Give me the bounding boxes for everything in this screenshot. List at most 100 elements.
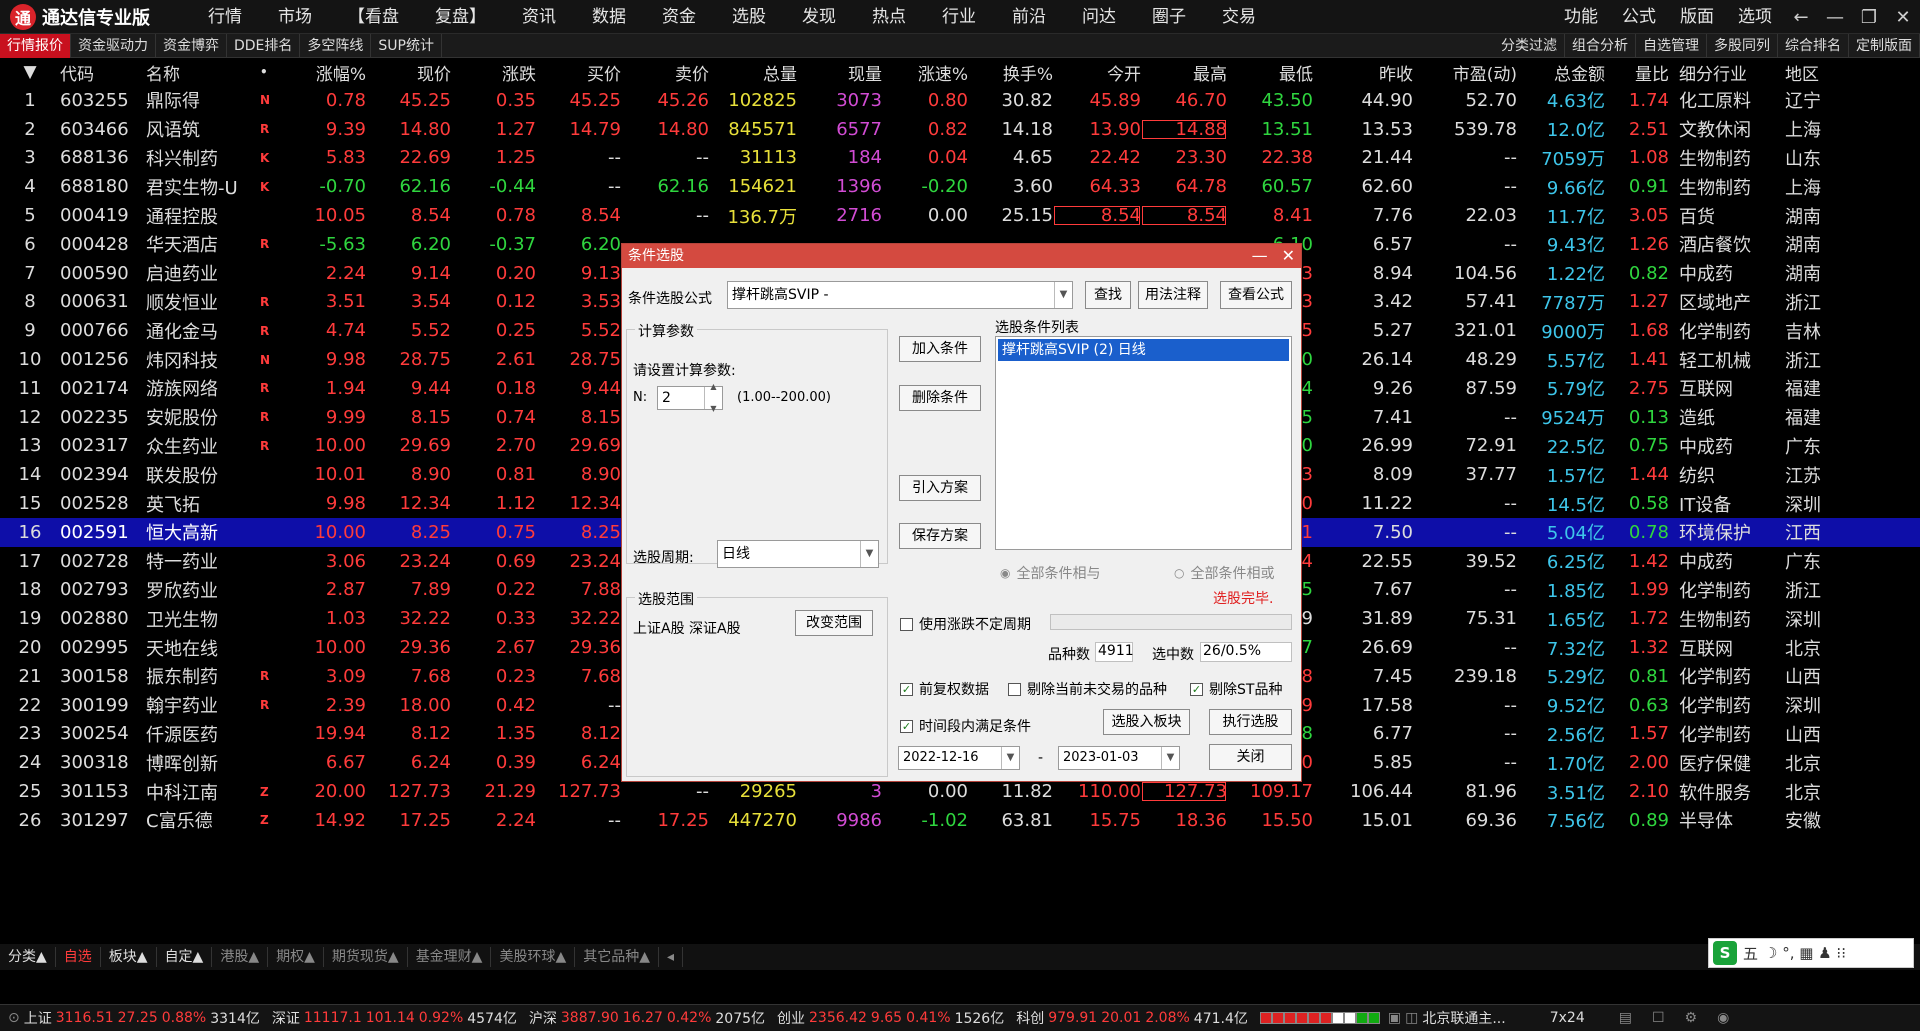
service-label[interactable]: 7x24	[1550, 1010, 1585, 1026]
scroll-left-icon[interactable]: ◂	[659, 947, 684, 967]
menu-quotes[interactable]: 行情	[190, 0, 260, 34]
tab-fund-drive[interactable]: 资金驱动力	[71, 33, 156, 58]
col-prev-close[interactable]: 昨收	[1313, 60, 1413, 85]
menu-replay[interactable]: 复盘】	[417, 0, 504, 34]
col-speed[interactable]: 涨速%	[882, 60, 968, 85]
period-condition-checkbox[interactable]: ✓ 时间段内满足条件	[900, 716, 1031, 736]
menu-hot[interactable]: 热点	[854, 0, 924, 34]
stepper-arrows-icon[interactable]: ▲ ▼	[704, 382, 722, 413]
message-icon[interactable]: ▤	[1619, 1010, 1632, 1026]
tab-fund-game[interactable]: 资金博弈	[156, 33, 227, 58]
tab-dde-rank[interactable]: DDE排名	[227, 33, 301, 58]
formula-select[interactable]: 撑杆跳高SVIP - ▼	[727, 281, 1073, 309]
exclude-st-checkbox[interactable]: ✓ 剔除ST品种	[1190, 679, 1282, 699]
menu-layout[interactable]: 版面	[1668, 0, 1726, 34]
save-plan-button[interactable]: 保存方案	[899, 523, 981, 549]
calendar-dropdown-icon[interactable]: ▼	[1001, 747, 1019, 769]
status-toggle-icon[interactable]: ⊙	[8, 1010, 20, 1026]
col-open[interactable]: 今开	[1053, 60, 1141, 85]
add-to-block-button[interactable]: 选股入板块	[1103, 709, 1190, 735]
usage-button[interactable]: 用法注释	[1138, 281, 1208, 309]
sort-arrow-icon[interactable]: ▼	[0, 62, 60, 82]
condition-list[interactable]: 撑杆跳高SVIP (2) 日线	[995, 336, 1292, 550]
unfixed-period-checkbox[interactable]: 使用涨跌不定周期	[900, 614, 1031, 634]
btab-futures[interactable]: 期货现货▲	[324, 947, 408, 967]
tab-portfolio-analysis[interactable]: 组合分析	[1565, 34, 1636, 58]
menu-function[interactable]: 功能	[1552, 0, 1610, 34]
menu-industry[interactable]: 行业	[924, 0, 994, 34]
menu-ask[interactable]: 问达	[1064, 0, 1134, 34]
col-pct[interactable]: 涨幅%	[280, 60, 366, 85]
back-icon[interactable]: ←	[1784, 0, 1818, 34]
sz-label[interactable]: 深证	[272, 1008, 300, 1028]
menu-discover[interactable]: 发现	[784, 0, 854, 34]
menu-frontier[interactable]: 前沿	[994, 0, 1064, 34]
chat-icon[interactable]: ☐	[1652, 1010, 1665, 1026]
ime-toolbar[interactable]: S 五 ☽ °, ▦ ♟ ⁝⁝	[1708, 938, 1914, 968]
btab-options[interactable]: 期权▲	[268, 947, 324, 967]
screen-icon[interactable]: ▣	[1388, 1010, 1401, 1026]
dialog-title-bar[interactable]: 条件选股 — ✕	[622, 244, 1301, 268]
calendar-dropdown-icon[interactable]: ▼	[1161, 747, 1179, 769]
table-row[interactable]: 4 688180 君实生物-U K -0.70 62.16 -0.44 -- 62.16 1546…	[0, 172, 1920, 201]
col-amount[interactable]: 总金额	[1517, 60, 1605, 85]
col-ask[interactable]: 卖价	[621, 60, 709, 85]
col-region[interactable]: 地区	[1779, 60, 1843, 85]
server-name[interactable]: 北京联通主...	[1422, 1008, 1505, 1028]
menu-options[interactable]: 选项	[1726, 0, 1784, 34]
view-formula-button[interactable]: 查看公式	[1220, 281, 1292, 309]
table-row[interactable]: 1 603255 鼎际得 N 0.78 45.25 0.35 45.25 45.26 102825…	[0, 86, 1920, 115]
btab-category[interactable]: 分类▲	[0, 947, 56, 967]
btab-funds[interactable]: 基金理财▲	[408, 947, 492, 967]
menu-news[interactable]: 资讯	[504, 0, 574, 34]
user-icon[interactable]: ◉	[1717, 1010, 1729, 1026]
menu-circle[interactable]: 圈子	[1134, 0, 1204, 34]
menu-formula[interactable]: 公式	[1610, 0, 1668, 34]
execute-button[interactable]: 执行选股	[1209, 709, 1292, 735]
cy-label[interactable]: 创业	[777, 1008, 805, 1028]
tab-quote-list[interactable]: 行情报价	[0, 33, 71, 58]
tab-custom-layout[interactable]: 定制版面	[1849, 34, 1920, 58]
col-name[interactable]: 名称	[140, 60, 260, 85]
param-n-stepper[interactable]: 2 ▲ ▼	[657, 382, 723, 413]
add-condition-button[interactable]: 加入条件	[899, 336, 981, 362]
period-select[interactable]: 日线 ▼	[717, 540, 879, 568]
delete-condition-button[interactable]: 删除条件	[899, 385, 981, 411]
change-scope-button[interactable]: 改变范围	[795, 610, 873, 636]
table-row[interactable]: 2 603466 风语筑 R 9.39 14.80 1.27 14.79 14.80 845571…	[0, 115, 1920, 144]
tab-multi-stock[interactable]: 多股同列	[1707, 34, 1778, 58]
menu-watch[interactable]: 【看盘	[330, 0, 417, 34]
col-low[interactable]: 最低	[1227, 60, 1313, 85]
col-bid[interactable]: 买价	[536, 60, 621, 85]
chevron-down-icon[interactable]: ▼	[860, 541, 878, 567]
tab-sup-stats[interactable]: SUP统计	[371, 33, 442, 58]
tab-bull-bear[interactable]: 多空阵线	[300, 33, 372, 58]
col-high[interactable]: 最高	[1141, 60, 1227, 85]
col-volume-ratio[interactable]: 量比	[1605, 60, 1669, 85]
menu-data[interactable]: 数据	[574, 0, 644, 34]
kc-label[interactable]: 科创	[1016, 1008, 1044, 1028]
settings-icon[interactable]: ⚙	[1685, 1010, 1698, 1026]
table-row[interactable]: 5 000419 通程控股 10.05 8.54 0.78 8.54 -- 136.7万 2716…	[0, 201, 1920, 230]
find-button[interactable]: 查找	[1085, 281, 1131, 309]
btab-watchlist[interactable]: 自选	[56, 947, 101, 967]
col-volume[interactable]: 总量	[709, 60, 797, 85]
col-change[interactable]: 涨跌	[451, 60, 536, 85]
dialog-minimize-icon[interactable]: —	[1252, 244, 1268, 268]
btab-custom[interactable]: 自定▲	[157, 947, 213, 967]
close-icon[interactable]: ✕	[1886, 0, 1920, 34]
ime-mode[interactable]: 五	[1743, 943, 1758, 964]
restore-icon[interactable]: ❐	[1852, 0, 1886, 34]
table-row[interactable]: 3 688136 科兴制药 K 5.83 22.69 1.25 -- -- 31113 184 0.0…	[0, 144, 1920, 173]
tab-category-filter[interactable]: 分类过滤	[1494, 34, 1565, 58]
minimize-icon[interactable]: —	[1818, 0, 1852, 34]
menu-stock-picker[interactable]: 选股	[714, 0, 784, 34]
ime-tools-icon[interactable]: ☽ °, ▦ ♟ ⁝⁝	[1764, 944, 1846, 962]
radio-and[interactable]: ◉ 全部条件相与	[1000, 563, 1100, 583]
menu-trade[interactable]: 交易	[1204, 0, 1274, 34]
btab-block[interactable]: 板块▲	[101, 947, 157, 967]
col-turnover[interactable]: 换手%	[968, 60, 1053, 85]
date-to-input[interactable]: 2023-01-03 ▼	[1058, 746, 1180, 770]
col-code[interactable]: 代码	[60, 60, 140, 85]
tab-composite-rank[interactable]: 综合排名	[1778, 34, 1849, 58]
